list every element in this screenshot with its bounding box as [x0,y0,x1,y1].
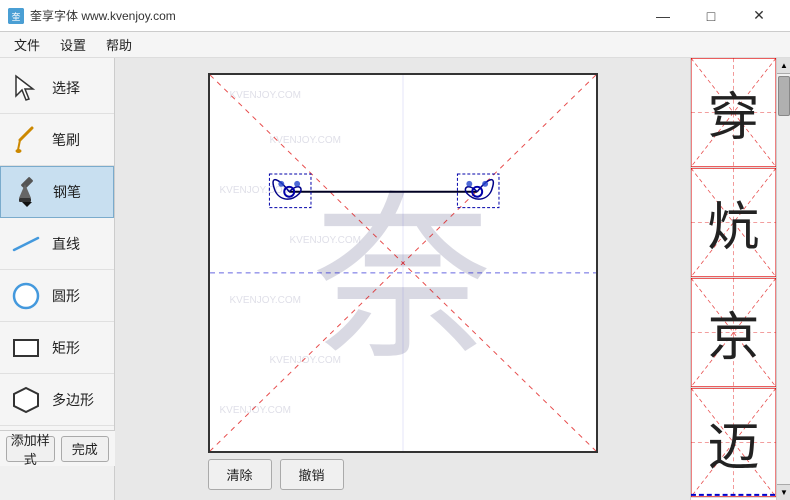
tool-circle-label: 圆形 [52,286,80,306]
app-icon: 奎 [8,8,24,24]
scroll-down-button[interactable]: ▼ [777,484,790,500]
drawn-stroke [210,75,596,451]
polygon-icon [8,382,44,418]
window-title: 奎享字体 www.kvenjoy.com [30,7,640,24]
watermark-5: KVENJOY.COM [230,295,302,306]
svg-text:奎: 奎 [11,11,20,22]
toolbar: 选择 笔刷 [0,58,115,430]
char-display-1: 炕 [707,185,759,260]
close-button[interactable]: ✕ [736,0,782,32]
add-style-button[interactable]: 添加样式 [6,436,55,462]
menu-file[interactable]: 文件 [4,32,50,57]
window-controls: — □ ✕ [640,0,782,32]
minimize-button[interactable]: — [640,0,686,32]
char-cell-0[interactable]: 穿 [691,58,776,168]
maximize-button[interactable]: □ [688,0,734,32]
rect-icon [8,330,44,366]
watermark-4: KVENJOY.COM [290,235,362,246]
tool-polygon[interactable]: 多边形 [0,374,114,426]
circle-icon [8,278,44,314]
select-icon [8,70,44,106]
tool-line-label: 直线 [52,234,80,254]
undo-button[interactable]: 撤销 [280,459,344,490]
add-complete-bar: 添加样式 完成 [0,430,115,466]
guide-lines [210,75,596,451]
tool-line[interactable]: 直线 [0,218,114,270]
menu-help[interactable]: 帮助 [96,32,142,57]
char-display-2: 京 [707,295,759,370]
watermark-6: KVENJOY.COM [270,355,342,366]
drawing-canvas[interactable]: KVENJOY.COM KVENJOY.COM KVENJOY.COM KVEN… [208,73,598,453]
bottom-bar: 清除 撤销 [208,453,598,496]
complete-button[interactable]: 完成 [61,436,110,462]
watermark-1: KVENJOY.COM [230,90,302,101]
watermark-3: KVENJOY.COM [220,185,292,196]
tool-select[interactable]: 选择 [0,62,114,114]
brush-icon [8,122,44,158]
scroll-thumb[interactable] [778,76,790,116]
tool-pen-label: 钢笔 [53,182,81,202]
background-character: 奈 [312,133,492,394]
tool-brush[interactable]: 笔刷 [0,114,114,166]
char-cell-3[interactable]: 迈 [691,388,776,498]
clear-button[interactable]: 清除 [208,459,272,490]
scrollbar[interactable]: ▲ ▼ [776,58,790,500]
tool-brush-label: 笔刷 [52,130,80,150]
tool-select-label: 选择 [52,78,80,98]
bottom-left-buttons: 清除 撤销 [208,459,344,490]
watermark-7: KVENJOY.COM [220,405,292,416]
char-cell-1[interactable]: 炕 [691,168,776,278]
tool-polygon-label: 多边形 [52,390,94,410]
char-display-0: 穿 [707,75,759,150]
tool-pen[interactable]: 钢笔 [0,166,114,218]
pen-icon [9,174,45,210]
char-cell-2[interactable]: 京 [691,278,776,388]
scroll-up-button[interactable]: ▲ [777,58,790,74]
right-panel: ▲ ▼ 穿 [690,58,790,500]
main-area: 选择 笔刷 [0,58,790,500]
tool-rect[interactable]: 矩形 [0,322,114,374]
canvas-area: KVENJOY.COM KVENJOY.COM KVENJOY.COM KVEN… [115,58,690,500]
title-bar: 奎 奎享字体 www.kvenjoy.com — □ ✕ [0,0,790,32]
watermark-2: KVENJOY.COM [270,135,342,146]
menu-settings[interactable]: 设置 [50,32,96,57]
menu-bar: 文件 设置 帮助 [0,32,790,58]
tool-circle[interactable]: 圆形 [0,270,114,322]
line-icon [8,226,44,262]
tool-rect-label: 矩形 [52,338,80,358]
char-display-3: 迈 [707,405,759,480]
